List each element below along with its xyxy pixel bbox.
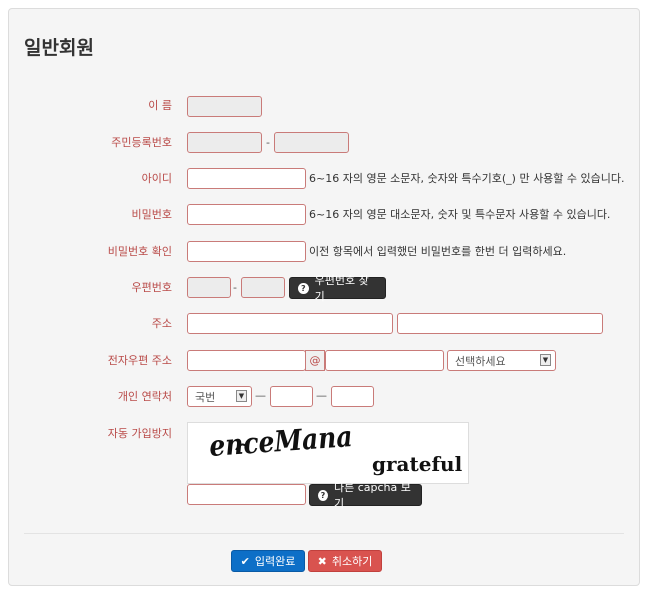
chevron-down-icon: ▼	[540, 354, 551, 366]
password-confirm-hint: 이전 항목에서 입력했던 비밀번호를 한번 더 입력하세요.	[309, 245, 567, 258]
phone-separator-2: —	[316, 389, 327, 402]
chevron-down-icon: ▼	[236, 390, 247, 402]
email-at-symbol: @	[305, 350, 325, 371]
id-input[interactable]	[187, 168, 306, 189]
email-label: 전자우편 주소	[107, 354, 172, 367]
zip-label: 우편번호	[131, 281, 172, 294]
email-domain-input[interactable]	[325, 350, 444, 371]
phone-prefix-select-value: 국번	[195, 390, 216, 404]
password-confirm-label: 비밀번호 확인	[107, 245, 172, 258]
find-zip-button[interactable]: ? 우편번호 찾기	[289, 274, 386, 303]
submit-button[interactable]: ✔ 입력완료	[231, 550, 305, 572]
password-confirm-input[interactable]	[187, 241, 306, 262]
zip-first-input[interactable]	[187, 277, 231, 298]
page-title: 일반회원	[24, 37, 94, 59]
phone-last-input[interactable]	[331, 386, 374, 407]
id-label: 아이디	[141, 172, 172, 185]
rrn-second-input[interactable]	[274, 132, 349, 153]
form-divider	[24, 533, 624, 534]
captcha-graphic: enceMana grateful	[208, 420, 463, 476]
zip-separator: -	[233, 281, 237, 294]
password-hint: 6~16 자의 영문 대소문자, 숫자 및 특수문자 사용할 수 있습니다.	[309, 208, 611, 221]
email-domain-select-value: 선택하세요	[455, 354, 506, 368]
question-circle-icon: ?	[318, 489, 328, 501]
refresh-captcha-button[interactable]: ? 다른 capcha 보기	[309, 481, 422, 510]
rrn-separator: -	[266, 136, 270, 149]
email-domain-select[interactable]: 선택하세요 ▼	[447, 350, 556, 371]
address-label: 주소	[151, 317, 172, 330]
find-zip-button-label: 우편번호 찾기	[314, 274, 369, 303]
captcha-word-1: enceMana	[208, 423, 353, 463]
cancel-button-label: 취소하기	[331, 555, 373, 568]
phone-separator-1: —	[255, 389, 266, 402]
name-label: 이 름	[148, 99, 172, 112]
cancel-button[interactable]: ✖ 취소하기	[308, 550, 382, 572]
question-circle-icon: ?	[298, 282, 309, 294]
refresh-captcha-button-label: 다른 capcha 보기	[333, 481, 411, 510]
id-hint: 6~16 자의 영문 소문자, 숫자와 특수기호(_) 만 사용할 수 있습니다…	[309, 172, 625, 185]
address-input-2[interactable]	[397, 313, 603, 334]
check-icon: ✔	[240, 554, 250, 568]
phone-label: 개인 연락처	[117, 390, 172, 403]
email-user-input[interactable]	[187, 350, 306, 371]
password-label: 비밀번호	[131, 208, 172, 221]
submit-button-label: 입력완료	[254, 555, 296, 568]
zip-second-input[interactable]	[241, 277, 285, 298]
rrn-first-input[interactable]	[187, 132, 262, 153]
captcha-image: enceMana grateful	[187, 420, 469, 484]
captcha-input[interactable]	[187, 484, 306, 505]
name-input[interactable]	[187, 96, 262, 117]
phone-middle-input[interactable]	[270, 386, 313, 407]
rrn-label: 주민등록번호	[111, 136, 172, 149]
phone-prefix-select[interactable]: 국번 ▼	[187, 386, 252, 407]
password-input[interactable]	[187, 204, 306, 225]
captcha-word-2: grateful	[372, 452, 463, 476]
address-input-1[interactable]	[187, 313, 393, 334]
captcha-label: 자동 가입방지	[107, 427, 172, 440]
times-icon: ✖	[317, 554, 327, 568]
